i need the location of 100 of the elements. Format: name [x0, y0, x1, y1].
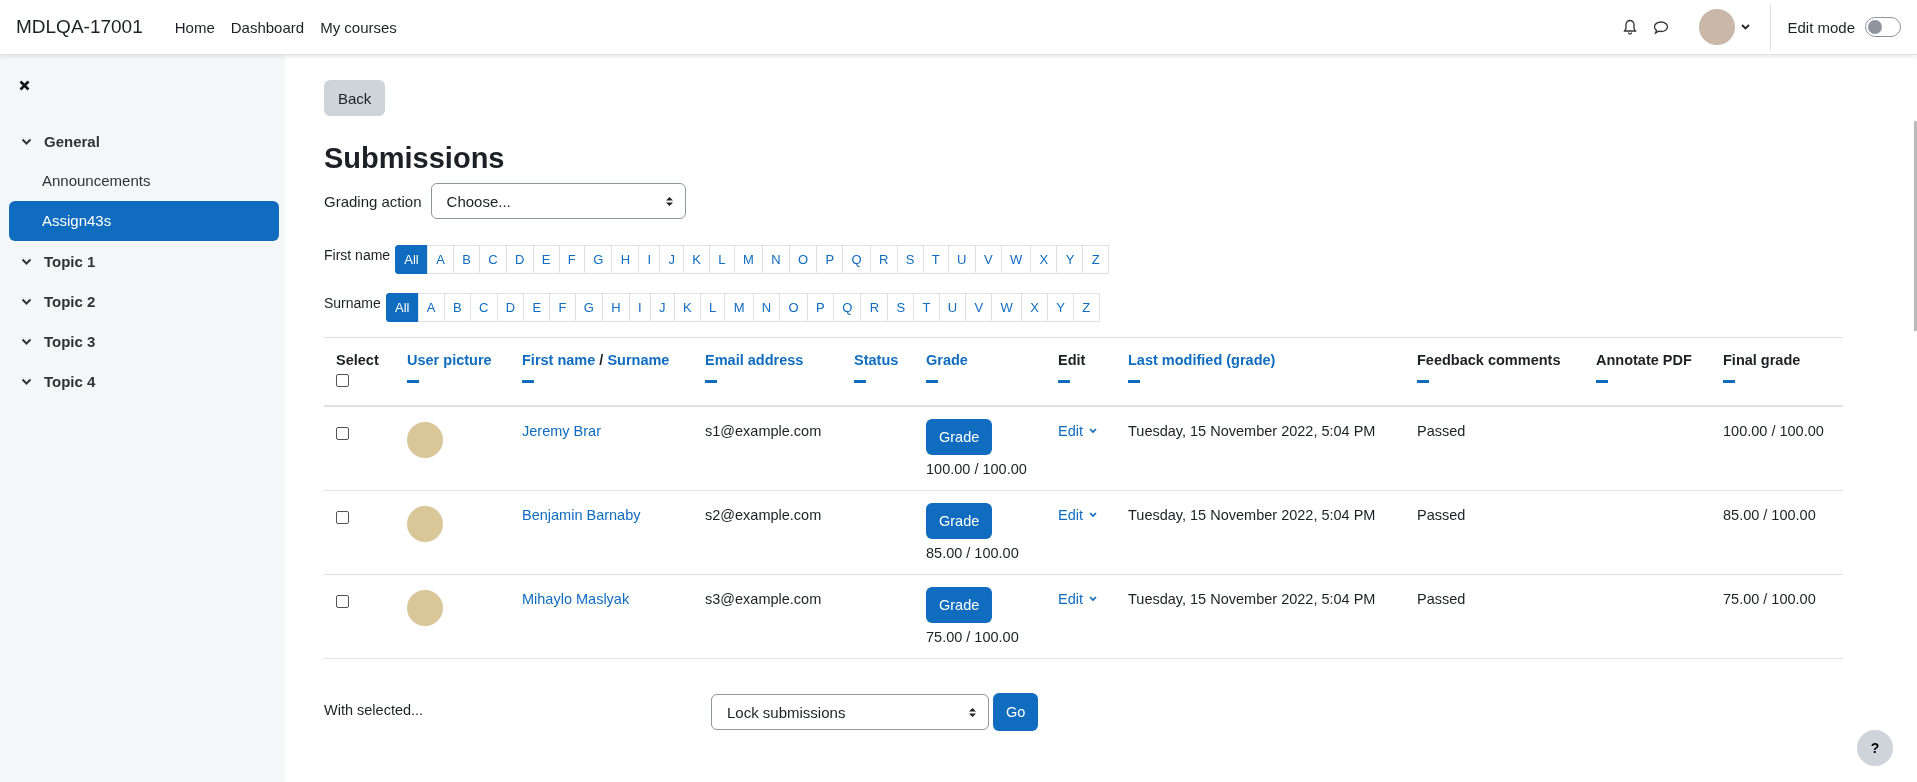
activity-item[interactable]: Assign43s — [9, 201, 279, 241]
letter-filter[interactable]: N — [761, 245, 790, 274]
letter-filter[interactable]: Y — [1047, 293, 1075, 322]
letter-filter[interactable]: J — [659, 245, 685, 274]
letter-filter[interactable]: B — [453, 245, 481, 274]
bulk-action-select[interactable]: Lock submissions — [711, 694, 989, 730]
letter-filter[interactable]: X — [1021, 293, 1049, 322]
letter-filter[interactable]: A — [426, 245, 454, 274]
grade-button[interactable]: Grade — [926, 503, 993, 539]
activity-item[interactable]: Announcements — [9, 161, 279, 201]
row-checkbox[interactable] — [336, 427, 349, 440]
edit-menu-link[interactable]: Edit — [1058, 591, 1097, 607]
go-button[interactable]: Go — [993, 693, 1039, 731]
letter-filter[interactable]: R — [869, 245, 898, 274]
letter-filter[interactable]: W — [991, 293, 1023, 322]
letter-filter[interactable]: F — [558, 245, 585, 274]
letter-filter[interactable]: R — [860, 293, 889, 322]
letter-filter[interactable]: V — [974, 245, 1002, 274]
letter-filter[interactable]: C — [469, 293, 498, 322]
user-name-link[interactable]: Mihaylo Maslyak — [522, 591, 630, 607]
letter-filter[interactable]: M — [733, 245, 763, 274]
letter-filter[interactable]: B — [443, 293, 471, 322]
letter-filter[interactable]: Q — [842, 245, 871, 274]
edit-menu-link[interactable]: Edit — [1058, 507, 1097, 523]
grade-button[interactable]: Grade — [926, 419, 993, 455]
nav-link[interactable]: My courses — [320, 18, 397, 36]
letter-filter[interactable]: U — [947, 245, 976, 274]
letter-filter[interactable]: J — [649, 293, 675, 322]
column-sort-link[interactable]: Surname — [607, 352, 670, 368]
row-checkbox[interactable] — [336, 595, 349, 608]
column-sort-link[interactable]: User picture — [407, 352, 492, 368]
letter-filter[interactable]: I — [638, 245, 661, 274]
letter-filter[interactable]: V — [965, 293, 993, 322]
letter-filter[interactable]: K — [673, 293, 701, 322]
collapse-icon[interactable] — [1417, 380, 1429, 383]
scrollbar[interactable] — [1914, 121, 1917, 331]
letter-filter[interactable]: Z — [1073, 293, 1100, 322]
letter-filter[interactable]: W — [1000, 245, 1032, 274]
letter-filter[interactable]: L — [709, 245, 735, 274]
column-sort-link[interactable]: Last modified (grade) — [1128, 352, 1276, 368]
letter-filter[interactable]: P — [816, 245, 844, 274]
select-all-checkbox[interactable] — [336, 374, 349, 387]
help-button[interactable]: ? — [1857, 730, 1893, 766]
caret-icon[interactable] — [1741, 24, 1751, 30]
user-avatar[interactable] — [407, 506, 443, 542]
letter-filter[interactable]: D — [505, 245, 534, 274]
user-avatar[interactable] — [407, 590, 443, 626]
column-sort-link[interactable]: Email address — [705, 352, 804, 368]
section-item[interactable]: Topic 2 — [9, 281, 279, 321]
letter-filter[interactable]: F — [549, 293, 576, 322]
bell-icon[interactable] — [1623, 19, 1638, 35]
site-name[interactable]: MDLQA-17001 — [16, 16, 143, 38]
letter-filter[interactable]: T — [913, 293, 940, 322]
letter-filter[interactable]: Y — [1056, 245, 1084, 274]
letter-filter[interactable]: U — [938, 293, 967, 322]
collapse-icon[interactable] — [407, 380, 419, 383]
user-avatar[interactable] — [407, 422, 443, 458]
column-sort-link[interactable]: First name — [522, 352, 596, 368]
letter-filter[interactable]: E — [523, 293, 551, 322]
chat-icon[interactable] — [1653, 19, 1670, 35]
letter-filter[interactable]: A — [417, 293, 445, 322]
section-item[interactable]: Topic 1 — [9, 241, 279, 281]
letter-filter[interactable]: All — [385, 293, 419, 322]
letter-filter[interactable]: O — [788, 245, 818, 274]
letter-filter[interactable]: H — [602, 293, 630, 322]
letter-filter[interactable]: I — [628, 293, 651, 322]
letter-filter[interactable]: M — [724, 293, 754, 322]
letter-filter[interactable]: N — [752, 293, 781, 322]
column-sort-link[interactable]: Grade — [926, 352, 968, 368]
user-name-link[interactable]: Benjamin Barnaby — [522, 507, 641, 523]
collapse-icon[interactable] — [1723, 380, 1735, 383]
letter-filter[interactable]: Q — [832, 293, 862, 322]
row-checkbox[interactable] — [336, 511, 349, 524]
section-item[interactable]: General — [9, 121, 279, 161]
collapse-icon[interactable] — [1128, 380, 1140, 383]
edit-mode-toggle[interactable] — [1865, 17, 1901, 37]
letter-filter[interactable]: G — [574, 293, 604, 322]
collapse-icon[interactable] — [522, 380, 534, 383]
letter-filter[interactable]: C — [479, 245, 507, 274]
close-icon[interactable] — [19, 80, 30, 91]
letter-filter[interactable]: K — [683, 245, 711, 274]
letter-filter[interactable]: S — [887, 293, 915, 322]
user-name-link[interactable]: Jeremy Brar — [522, 423, 601, 439]
user-avatar[interactable] — [1699, 9, 1736, 45]
grading-action-select[interactable]: Choose... — [430, 183, 686, 219]
letter-filter[interactable]: E — [532, 245, 560, 274]
collapse-icon[interactable] — [1058, 380, 1070, 383]
letter-filter[interactable]: T — [922, 245, 949, 274]
collapse-icon[interactable] — [926, 380, 938, 383]
letter-filter[interactable]: D — [496, 293, 525, 322]
letter-filter[interactable]: P — [806, 293, 834, 322]
collapse-icon[interactable] — [705, 380, 717, 383]
letter-filter[interactable]: All — [395, 245, 428, 274]
letter-filter[interactable]: G — [583, 245, 613, 274]
letter-filter[interactable]: O — [779, 293, 808, 322]
section-item[interactable]: Topic 3 — [9, 321, 279, 361]
letter-filter[interactable]: L — [699, 293, 726, 322]
collapse-icon[interactable] — [854, 380, 866, 383]
letter-filter[interactable]: X — [1030, 245, 1058, 274]
column-sort-link[interactable]: Status — [854, 352, 899, 368]
